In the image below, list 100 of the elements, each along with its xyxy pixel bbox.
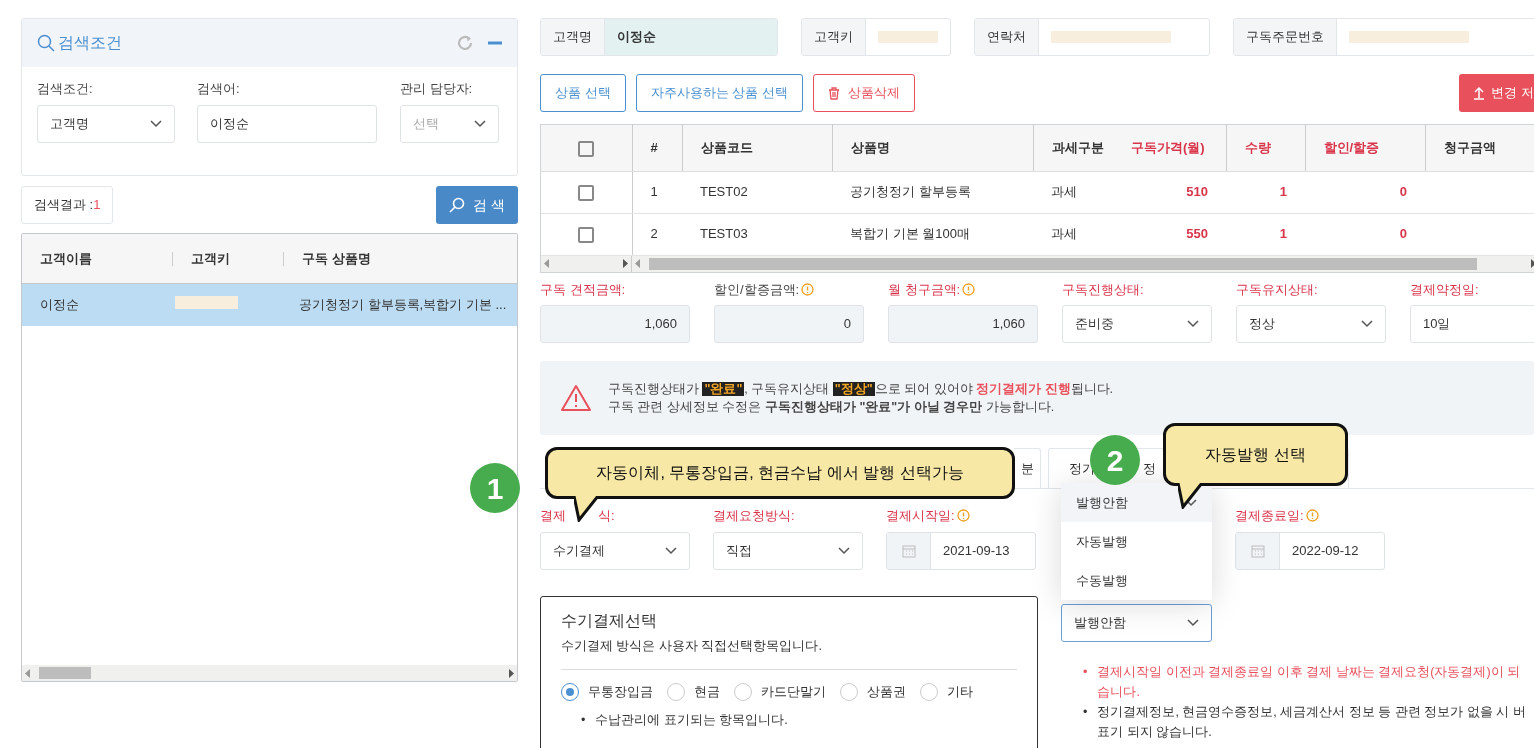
scroll-left-icon (544, 259, 550, 268)
info-field: 고객명 이정순 (540, 18, 778, 56)
grid-row[interactable]: 이정순 공기청정기 할부등록,복합기 기본 ... (22, 284, 517, 326)
chevron-icon (1187, 619, 1199, 627)
select-field[interactable]: 직접 (713, 531, 863, 570)
checkbox[interactable] (578, 184, 595, 201)
chevron-icon (1187, 320, 1199, 328)
field-label: 검색조건: (37, 80, 93, 98)
refresh-icon (456, 34, 474, 52)
table-cell: 0 (1399, 184, 1407, 200)
field-label: 구독유지상태: (1236, 280, 1318, 299)
radio-option[interactable]: 현금 (667, 682, 720, 702)
column-header: 수량 (1244, 140, 1271, 155)
column-header: 할인/할증 (1323, 140, 1380, 155)
bullet: • (581, 711, 586, 729)
search-icon (449, 197, 466, 213)
notice-text: 구독 관련 상세정보 수정은 구독진행상태가 "완료"가 아닐 경우만 가능합니다. (608, 399, 1056, 416)
tab[interactable]: 분 (1014, 448, 1041, 488)
table-cell: 1 (1279, 226, 1287, 242)
field-label: 검색어: (197, 80, 240, 98)
chevron-icon (474, 119, 486, 128)
field-label: 결제종료일: (1235, 506, 1319, 526)
field-label: 결제요청방식: (713, 507, 795, 525)
menu-item[interactable]: 수동발행 (1061, 561, 1212, 600)
panel-title: 검색조건 (58, 33, 123, 53)
radio-option[interactable]: 무통장입금 (561, 682, 653, 702)
column-header: 고객키 (191, 250, 230, 266)
date-field[interactable]: 2022-09-12 (1235, 531, 1385, 570)
field-label: 월 청구금액: (888, 279, 976, 299)
info-field: 고객키 (801, 18, 951, 56)
field-label: 구독진행상태: (1062, 280, 1144, 299)
info-field: 구독주문번호 (1233, 18, 1534, 56)
table-cell: 550 (1186, 226, 1208, 242)
note-text: 정기결제정보, 현금영수증정보, 세금계산서 정보 등 관련 정보가 없을 시 버 표기 되지 않습니다. (1097, 704, 1526, 741)
step-badge: 2 (1090, 435, 1140, 485)
column-header: 구독 상품명 (302, 250, 371, 266)
column-header: 청구금액 (1443, 140, 1496, 155)
delete-button[interactable]: 상품삭제 (812, 74, 915, 112)
notice-text: 구독진행상태가 "완료" , 구독유지상태 "정상" 으로 되어 있어야 정기결제가 진행됩니다. (608, 381, 1113, 398)
scrollbar-thumb[interactable] (39, 667, 91, 679)
select-button[interactable]: 자주사용하는 상품 선택 (635, 74, 803, 112)
select-field[interactable]: 준비중 (1062, 305, 1212, 343)
callout-pointer (574, 496, 600, 522)
field-label: 관리 담당자: (400, 80, 473, 98)
menu-item[interactable]: 자동발행 (1061, 522, 1212, 561)
table-cell: 1 (650, 184, 658, 200)
scroll-right-icon (508, 668, 514, 678)
input-field[interactable]: 10일 (1410, 305, 1534, 343)
field-label: 결제 (540, 507, 566, 525)
scroll-left-icon (635, 259, 641, 268)
table-cell: 복합기 기본 월100매 (850, 226, 970, 242)
table-cell: TEST03 (700, 226, 748, 242)
scrollbar-thumb[interactable] (649, 257, 1478, 270)
collapse-icon (488, 41, 502, 45)
chevron-icon (1185, 498, 1197, 507)
chevron-icon (150, 119, 162, 128)
column-header: 구독가격(월) (1131, 140, 1205, 155)
box-description: 수기결제 방식은 사용자 직접선택항목입니다. (561, 636, 1017, 671)
table-cell: TEST02 (700, 184, 748, 200)
checkbox[interactable] (578, 140, 595, 157)
input-field[interactable]: 이정순 (197, 104, 377, 143)
info-field: 연락처 (974, 18, 1210, 56)
result-count: 검색결과 :1 (21, 186, 114, 224)
select-field[interactable]: 발행안함 (1061, 604, 1212, 642)
amount-field: 1,060 (540, 305, 690, 343)
chevron-icon (1361, 320, 1373, 328)
note-text: 결제시작일 이전과 결제종료일 이후 결제 날짜는 결제요청(자동결제)이 되 습니다. (1097, 664, 1521, 701)
select-field[interactable]: 고객명 (37, 104, 175, 143)
column-header: 상품명 (850, 140, 890, 155)
bullet: • (1083, 664, 1088, 681)
select-field[interactable]: 수기결제 (540, 531, 690, 570)
table-cell: 0 (1399, 226, 1407, 242)
column-header: # (650, 140, 658, 155)
table-cell: 2 (650, 226, 658, 242)
column-header: 상품코드 (700, 140, 753, 155)
save-button[interactable]: 변경 저 (1459, 74, 1534, 112)
upload-icon (1473, 86, 1486, 100)
table-cell: 과세 (1051, 226, 1077, 242)
column-header: 과세구분 (1051, 140, 1104, 155)
field-label: 구독 견적금액: (540, 280, 626, 299)
radio-option[interactable]: 상품권 (840, 682, 906, 702)
bullet: • (1083, 704, 1088, 721)
field-label: 결제약정일: (1410, 280, 1479, 299)
search-button[interactable]: 검 색 (436, 186, 518, 224)
calendar-icon (1250, 543, 1265, 558)
select-field[interactable]: 정상 (1236, 305, 1386, 343)
radio-option[interactable]: 카드단말기 (734, 682, 826, 702)
note-text: 수납관리에 표기되는 항목입니다. (595, 711, 788, 729)
date-field[interactable]: 2021-09-13 (886, 531, 1036, 570)
calendar-icon (901, 543, 916, 558)
radio-option[interactable]: 기타 (920, 682, 973, 702)
amount-field: 0 (714, 305, 864, 343)
select-button[interactable]: 상품 선택 (540, 74, 626, 112)
search-icon (37, 34, 55, 52)
scroll-right-icon (622, 259, 628, 268)
trash-icon (827, 86, 840, 100)
checkbox[interactable] (578, 226, 595, 243)
callout-pointer (1178, 483, 1204, 509)
scrollbar[interactable] (22, 665, 517, 681)
field-label: 결제시작일: (886, 506, 970, 526)
